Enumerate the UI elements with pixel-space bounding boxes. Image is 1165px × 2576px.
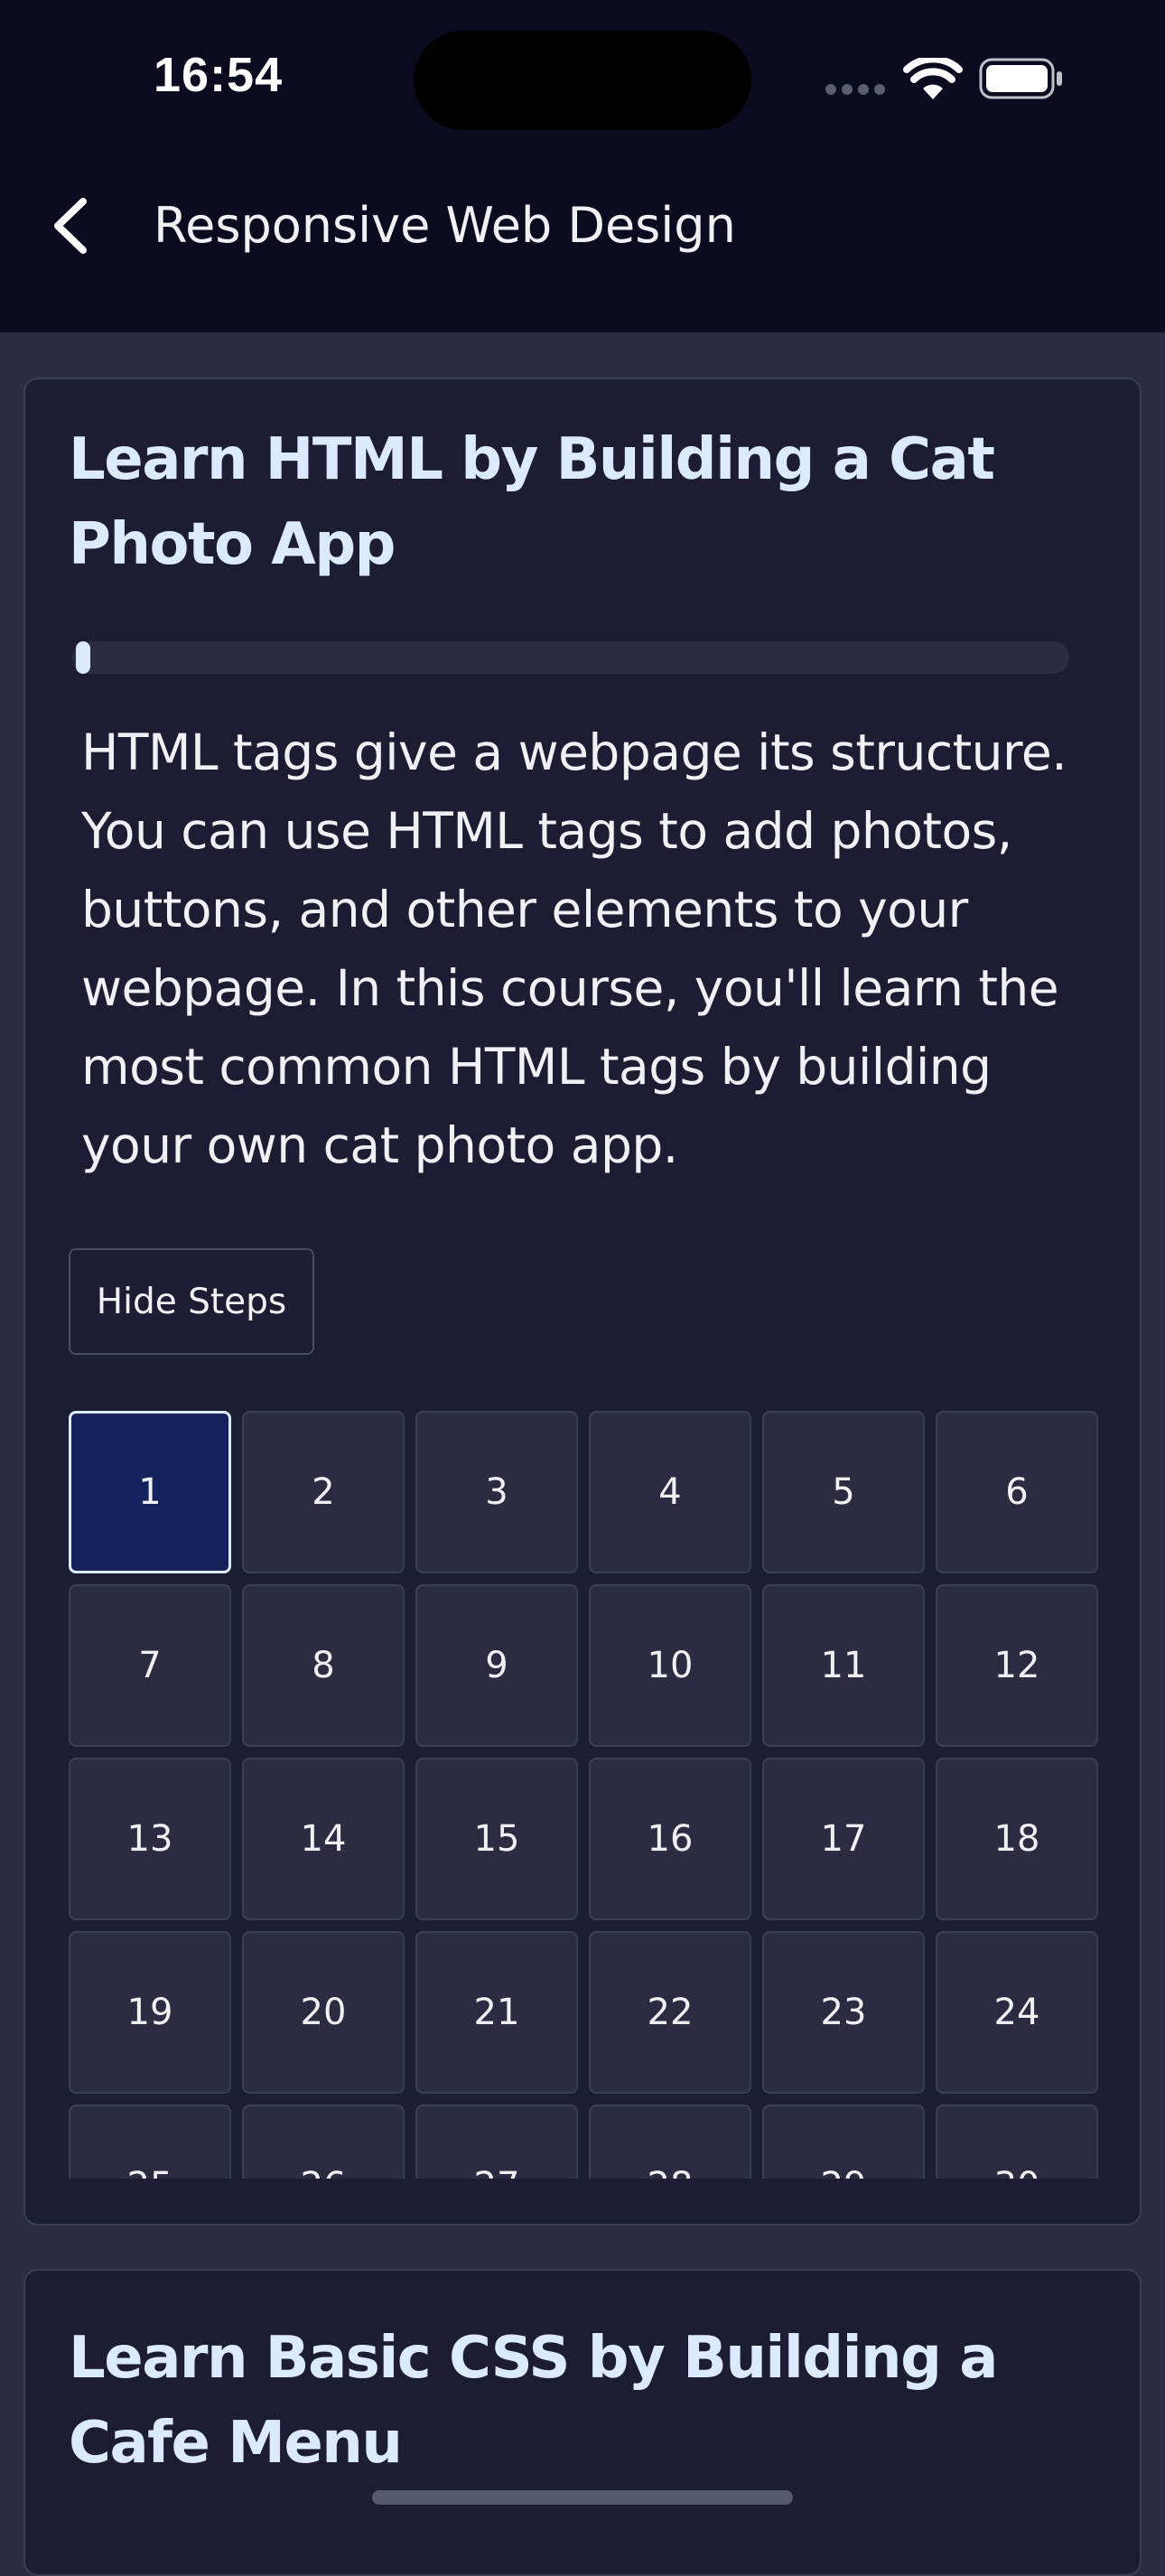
step-button[interactable]: 19 — [69, 1931, 231, 2094]
course-card: Learn Basic CSS by Building a Cafe Menu — [23, 2269, 1142, 2576]
step-button[interactable]: 6 — [936, 1411, 1098, 1573]
step-button[interactable]: 14 — [242, 1758, 405, 1920]
step-button[interactable]: 12 — [936, 1584, 1098, 1747]
step-button[interactable]: 15 — [415, 1758, 578, 1920]
back-chevron-icon[interactable] — [47, 194, 92, 257]
step-button[interactable]: 8 — [242, 1584, 405, 1747]
course-card: Learn HTML by Building a Cat Photo App H… — [23, 378, 1142, 2226]
steps-scroll-area[interactable]: 1234567891011121314151617181920212223242… — [69, 1411, 1100, 2179]
step-button[interactable]: 16 — [589, 1758, 751, 1920]
course-progress-bar — [72, 641, 1069, 674]
home-indicator — [372, 2490, 793, 2505]
course-title[interactable]: Learn HTML by Building a Cat Photo App — [69, 417, 1098, 587]
step-button[interactable]: 28 — [589, 2105, 751, 2179]
step-button[interactable]: 22 — [589, 1931, 751, 2094]
course-description: HTML tags give a webpage its structure. … — [81, 723, 1067, 1174]
dynamic-island — [414, 31, 751, 130]
step-button[interactable]: 26 — [242, 2105, 405, 2179]
step-button[interactable]: 17 — [762, 1758, 925, 1920]
step-button[interactable]: 24 — [936, 1931, 1098, 2094]
course-title[interactable]: Learn Basic CSS by Building a Cafe Menu — [69, 2316, 1098, 2486]
steps-grid: 1234567891011121314151617181920212223242… — [69, 1411, 1100, 2179]
page-title: Responsive Web Design — [154, 197, 736, 254]
step-button[interactable]: 29 — [762, 2105, 925, 2179]
wifi-icon — [903, 58, 963, 99]
step-button[interactable]: 27 — [415, 2105, 578, 2179]
step-button[interactable]: 23 — [762, 1931, 925, 2094]
status-time: 16:54 — [154, 48, 284, 102]
step-button[interactable]: 2 — [242, 1411, 405, 1573]
step-button[interactable]: 7 — [69, 1584, 231, 1747]
step-button[interactable]: 13 — [69, 1758, 231, 1920]
step-button[interactable]: 1 — [69, 1411, 231, 1573]
step-button[interactable]: 21 — [415, 1931, 578, 2094]
hide-steps-button[interactable]: Hide Steps — [69, 1248, 314, 1355]
step-button[interactable]: 5 — [762, 1411, 925, 1573]
step-button[interactable]: 20 — [242, 1931, 405, 2094]
step-button[interactable]: 25 — [69, 2105, 231, 2179]
step-button[interactable]: 30 — [936, 2105, 1098, 2179]
app-header: 16:54 Responsive Web Design — [0, 0, 1165, 332]
battery-icon — [979, 58, 1062, 99]
cellular-signal-icon — [825, 84, 885, 95]
step-button[interactable]: 9 — [415, 1584, 578, 1747]
step-button[interactable]: 11 — [762, 1584, 925, 1747]
step-button[interactable]: 4 — [589, 1411, 751, 1573]
step-button[interactable]: 3 — [415, 1411, 578, 1573]
step-button[interactable]: 18 — [936, 1758, 1098, 1920]
step-button[interactable]: 10 — [589, 1584, 751, 1747]
progress-fill — [76, 641, 90, 674]
